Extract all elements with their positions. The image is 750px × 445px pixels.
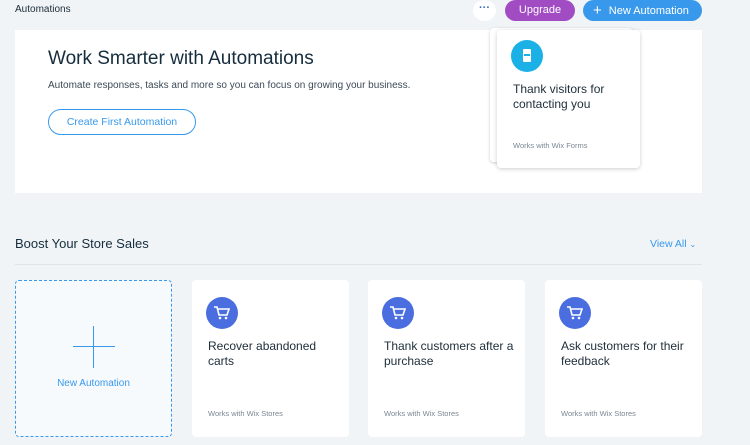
cart-icon xyxy=(206,297,238,329)
view-all-label: View All xyxy=(650,238,687,250)
more-actions-button[interactable]: ··· xyxy=(473,0,496,21)
hero-title: Work Smarter with Automations xyxy=(48,48,314,69)
featured-card-title: Thank visitors for contacting you xyxy=(513,82,605,111)
new-automation-card-label: New Automation xyxy=(57,378,130,389)
view-all-link[interactable]: View All ⌄ xyxy=(650,238,696,250)
page-title: Automations xyxy=(15,4,71,15)
new-automation-button[interactable]: + New Automation xyxy=(583,0,702,21)
cart-icon xyxy=(559,297,591,329)
automation-card-works-with: Works with Wix Stores xyxy=(384,409,459,418)
automation-card-title: Recover abandoned carts xyxy=(208,339,317,368)
automation-card-title: Ask customers for their feedback xyxy=(561,339,684,368)
section-title: Boost Your Store Sales xyxy=(15,236,149,251)
automation-card-works-with: Works with Wix Stores xyxy=(208,409,283,418)
create-first-automation-button[interactable]: Create First Automation xyxy=(48,109,196,135)
plus-icon: + xyxy=(593,2,602,19)
form-icon xyxy=(511,40,543,72)
cart-icon xyxy=(382,297,414,329)
featured-card-works-with: Works with Wix Forms xyxy=(513,141,588,150)
plus-icon xyxy=(73,326,115,368)
automation-card-works-with: Works with Wix Stores xyxy=(561,409,636,418)
new-automation-label: New Automation xyxy=(608,5,689,17)
chevron-down-icon: ⌄ xyxy=(689,240,697,249)
upgrade-button[interactable]: Upgrade xyxy=(505,0,575,21)
divider xyxy=(15,264,702,265)
automation-card-title: Thank customers after a purchase xyxy=(384,339,514,368)
hero-subtitle: Automate responses, tasks and more so yo… xyxy=(48,80,411,91)
